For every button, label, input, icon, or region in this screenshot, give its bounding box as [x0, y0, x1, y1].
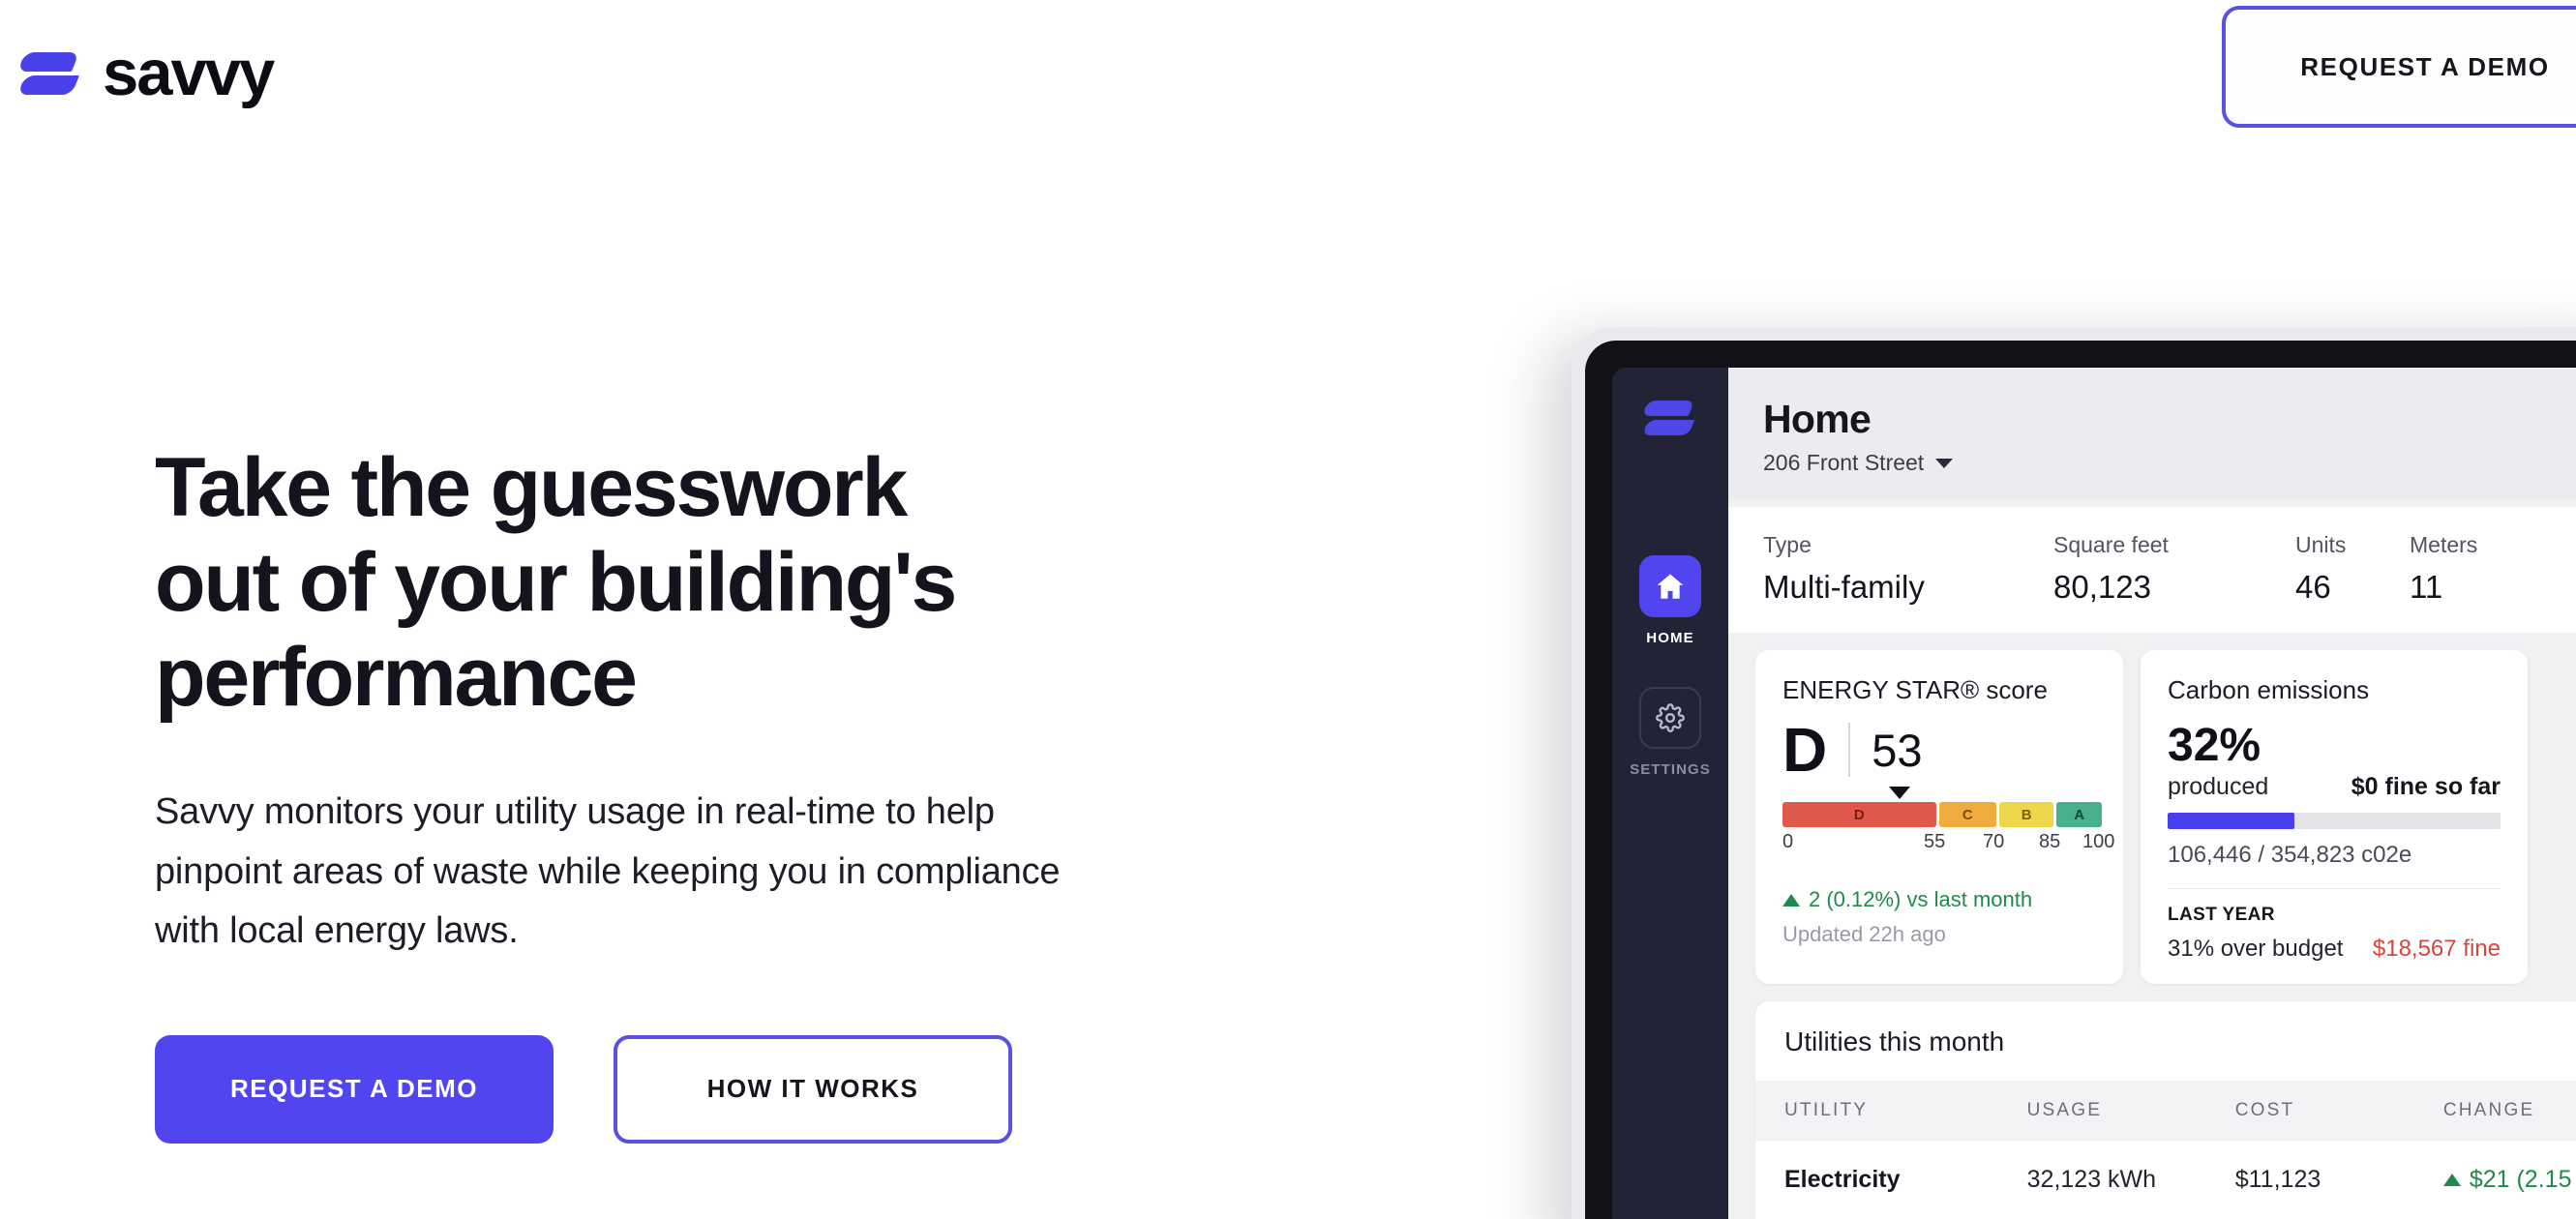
metric-card-row: ENERGY STAR® score D 53 D C B A 0 55 70 … [1728, 633, 2576, 984]
scale-tick-0: 0 [1782, 831, 1794, 852]
row-cost: $11,123 [2234, 1166, 2321, 1193]
stat-meters: Meters 11 [2410, 532, 2526, 606]
headline-line-2: out of your building's [155, 536, 957, 630]
stat-square-feet-label: Square feet [2053, 532, 2169, 557]
grade-scale: 0 55 70 85 100 [1782, 831, 2114, 858]
carbon-emissions-card: Carbon emissions 32% produced $0 fine so… [2141, 650, 2528, 984]
sidebar-item-settings[interactable]: SETTINGS [1630, 687, 1711, 778]
grade-segment-c: C [1938, 802, 1996, 827]
grade-segment-b: B [1998, 802, 2054, 827]
app-page-title: Home [1763, 397, 1872, 441]
scale-tick-70: 70 [1983, 831, 2005, 852]
column-header-usage: USAGE [2026, 1100, 2103, 1120]
site-header: savvy [0, 0, 2576, 145]
table-row[interactable]: Electricity 32,123 kWh $11,123 $21 (2.15 [1755, 1140, 2576, 1219]
trend-up-icon [1782, 893, 1800, 907]
carbon-percent: 32% [2168, 720, 2261, 771]
how-it-works-button[interactable]: HOW IT WORKS [614, 1034, 1012, 1144]
utilities-table-header: UTILITY USAGE COST CHANGE [1755, 1081, 2576, 1140]
hero-paragraph: Savvy monitors your utility usage in rea… [155, 791, 1061, 952]
app-sidebar: HOME SETTINGS [1612, 368, 1728, 1219]
utilities-card: Utilities this month UTILITY USAGE COST … [1755, 1001, 2576, 1219]
home-icon [1639, 555, 1701, 617]
utilities-title: Utilities this month [1784, 1026, 2005, 1056]
stat-units-value: 46 [2295, 569, 2331, 605]
stat-meters-label: Meters [2410, 532, 2478, 557]
stat-type-label: Type [1763, 532, 1812, 557]
carbon-penalty: $18,567 fine [2372, 936, 2501, 962]
row-usage: 32,123 kWh [2026, 1166, 2157, 1193]
carbon-amounts: 106,446 / 354,823 c02e [2168, 842, 2412, 868]
request-demo-button[interactable]: REQUEST A DEMO [155, 1034, 554, 1144]
headline-line-3: performance [155, 631, 638, 725]
carbon-progress-fill [2168, 813, 2294, 829]
stat-units: Units 46 [2295, 532, 2410, 606]
savvy-logo-icon [16, 45, 80, 101]
property-selector[interactable]: 206 Front Street [1763, 450, 2576, 476]
headline-line-1: Take the guesswork [155, 441, 908, 534]
column-header-change: CHANGE [2442, 1100, 2535, 1120]
carbon-progress-bar [2168, 813, 2501, 829]
sidebar-item-home-label: HOME [1646, 630, 1694, 646]
device-bezel: HOME SETTINGS Home 206 Front Street Type… [1585, 341, 2576, 1219]
energy-star-score-row: D 53 [1782, 719, 2096, 781]
page-title: Take the guesswork out of your building'… [155, 440, 1277, 725]
scale-tick-85: 85 [2039, 831, 2061, 852]
trend-up-icon [2442, 1174, 2461, 1186]
carbon-summary: 32% produced $0 fine so far [2168, 723, 2501, 801]
divider [1848, 723, 1851, 777]
energy-star-change-text: 2 (0.12%) vs last month [1809, 887, 2033, 911]
energy-star-updated: Updated 22h ago [1782, 922, 1946, 946]
column-header-utility: UTILITY [1784, 1100, 1869, 1120]
chevron-down-icon [1935, 458, 1954, 468]
carbon-last-year-label: LAST YEAR [2168, 905, 2275, 925]
brand-logo[interactable]: savvy [16, 36, 275, 109]
energy-star-gauge: D C B A 0 55 70 85 100 [1782, 787, 2114, 858]
carbon-fine-so-far: $0 fine so far [2351, 773, 2501, 800]
stat-type-value: Multi-family [1763, 569, 1925, 605]
property-address: 206 Front Street [1763, 450, 1925, 475]
divider [2168, 888, 2501, 889]
row-utility: Electricity [1784, 1166, 1901, 1193]
stat-square-feet-value: 80,123 [2053, 569, 2151, 605]
grade-segment-a: A [2056, 802, 2102, 827]
tablet-device-mockup: HOME SETTINGS Home 206 Front Street Type… [1572, 327, 2576, 1219]
stat-meters-value: 11 [2410, 569, 2443, 605]
hero-cta-row: REQUEST A DEMO HOW IT WORKS [155, 1034, 1277, 1144]
app-topbar: Home 206 Front Street [1728, 368, 2576, 499]
carbon-labels: produced $0 fine so far [2168, 773, 2501, 801]
row-change: $21 (2.15 [2442, 1166, 2576, 1194]
stat-units-label: Units [2295, 532, 2347, 557]
energy-star-change: 2 (0.12%) vs last month [1782, 887, 2096, 912]
scale-tick-55: 55 [1924, 831, 1946, 852]
energy-star-score: 53 [1872, 724, 1923, 776]
column-header-cost: COST [2234, 1100, 2295, 1120]
gear-icon [1639, 687, 1701, 749]
property-stats: Type Multi-family Square feet 80,123 Uni… [1728, 507, 2576, 633]
stat-type: Type Multi-family [1763, 532, 2053, 606]
carbon-last-year-row: 31% over budget $18,567 fine [2168, 936, 2501, 963]
carbon-over-budget: 31% over budget [2168, 936, 2344, 962]
brand-name: savvy [103, 36, 275, 109]
carbon-produced-label: produced [2168, 773, 2269, 800]
scale-tick-100: 100 [2082, 831, 2115, 852]
sidebar-item-home[interactable]: HOME [1639, 555, 1701, 646]
app-main: Home 206 Front Street Type Multi-family … [1728, 368, 2576, 1219]
sidebar-item-settings-label: SETTINGS [1630, 761, 1711, 778]
carbon-title: Carbon emissions [2168, 675, 2370, 704]
grade-segment-d: D [1782, 802, 1936, 827]
stat-square-feet: Square feet 80,123 [2053, 532, 2295, 606]
energy-star-grade: D [1782, 715, 1828, 785]
energy-star-card: ENERGY STAR® score D 53 D C B A 0 55 70 … [1755, 650, 2123, 984]
hero-section: Take the guesswork out of your building'… [155, 440, 1277, 1144]
energy-star-title: ENERGY STAR® score [1782, 675, 2048, 704]
grade-bar: D C B A [1782, 802, 2102, 827]
row-change-text: $21 (2.15 [2469, 1166, 2572, 1193]
score-pointer-icon [1889, 787, 1910, 799]
app-logo-icon [1641, 397, 1695, 441]
dashboard-app: HOME SETTINGS Home 206 Front Street Type… [1612, 368, 2576, 1219]
header-request-demo-button[interactable]: REQUEST A DEMO [2222, 6, 2576, 128]
